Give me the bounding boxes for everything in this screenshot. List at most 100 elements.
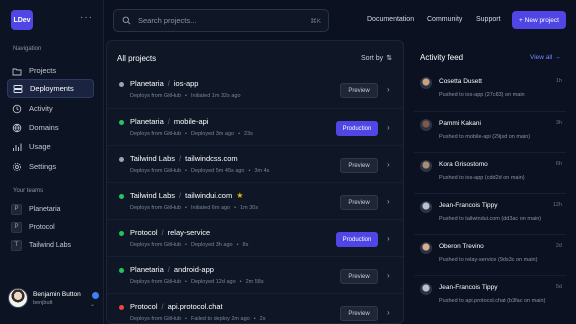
more-options-icon[interactable]: ··· <box>80 13 93 23</box>
team-label: Planetaria <box>29 205 61 213</box>
avatar <box>8 288 28 308</box>
chevron-right-icon[interactable]: › <box>387 85 390 94</box>
project-source: Deploys from GitHub <box>130 131 182 137</box>
project-name: relay-service <box>167 228 211 237</box>
project-meta: Deploys from GitHub • Deployed 3m ago • 23s <box>130 131 253 137</box>
environment-button[interactable]: Preview <box>340 195 378 210</box>
team-item-protocol[interactable]: P Protocol <box>11 220 55 234</box>
project-name: tailwindcss.com <box>185 154 238 163</box>
project-team: Planetaria <box>130 117 164 126</box>
project-title: Planetaria / android-app <box>130 265 214 274</box>
separator: / <box>179 191 182 200</box>
environment-button[interactable]: Production <box>336 232 378 247</box>
project-team: Tailwind Labs <box>130 154 176 163</box>
project-duration: 23s <box>244 131 253 137</box>
project-duration: 2s <box>259 316 266 322</box>
app-logo[interactable]: LDev <box>11 10 33 30</box>
chevron-right-icon[interactable]: › <box>387 123 390 132</box>
sidebar-item-domains[interactable]: Domains <box>7 118 94 137</box>
project-row[interactable]: Tailwind Labs / tailwindui.com ★ Deploys fro… <box>107 182 403 219</box>
activity-user: Jean-Francois Tippy <box>439 284 498 291</box>
activity-description: Pushed to tailwindui.com (dd3ac on main) <box>439 216 542 222</box>
project-detail: Deployed 3h ago <box>190 242 233 248</box>
community-link[interactable]: Community <box>427 16 462 23</box>
verified-badge-icon <box>92 292 99 299</box>
project-detail: Initiated 6m ago <box>190 205 231 211</box>
avatar <box>420 242 432 254</box>
sidebar-item-usage[interactable]: Usage <box>7 137 94 156</box>
projects-title: All projects <box>117 54 157 63</box>
project-team: Protocol <box>130 228 158 237</box>
activity-item[interactable]: Kora Grisostomo 6h Pushed to ios-app (cdd2… <box>414 152 566 192</box>
project-name: android-app <box>173 265 214 274</box>
sort-by-button[interactable]: Sort by ⇅ <box>361 54 392 63</box>
separator: / <box>179 154 182 163</box>
activity-item[interactable]: Jean-Francois Tippy 12h Pushed to tailwind… <box>414 193 566 233</box>
chevron-right-icon[interactable]: › <box>387 308 390 317</box>
separator: • <box>248 168 251 174</box>
separator: / <box>161 228 164 237</box>
status-dot <box>119 120 124 125</box>
activity-time: 6h <box>555 161 562 167</box>
sidebar-item-label: Usage <box>29 142 51 151</box>
user-name: Benjamin Button <box>33 290 81 298</box>
chevron-right-icon[interactable]: › <box>387 197 390 206</box>
team-badge: T <box>11 239 22 251</box>
activity-user: Cosetta Dusett <box>439 78 482 85</box>
team-label: Protocol <box>29 223 55 231</box>
activity-user: Kora Grisostomo <box>439 161 488 168</box>
chevron-right-icon[interactable]: › <box>387 234 390 243</box>
separator: • <box>185 205 187 211</box>
project-duration: 3m 4s <box>254 168 270 174</box>
teams-label: Your teams <box>13 188 44 194</box>
project-team: Protocol <box>130 302 158 311</box>
environment-button[interactable]: Production <box>336 121 378 136</box>
project-row[interactable]: Protocol / api.protocol.chat Deploys from G… <box>107 293 403 323</box>
project-title: Planetaria / mobile-api <box>130 117 208 126</box>
activity-item[interactable]: Jean-Francois Tippy 5d Pushed to api.proto… <box>414 275 566 315</box>
sidebar-item-activity[interactable]: Activity <box>7 99 94 118</box>
status-dot <box>119 194 124 199</box>
project-detail: Deployed 3m ago <box>190 131 235 137</box>
view-all-link[interactable]: View all → <box>530 54 561 61</box>
project-name: tailwindui.com <box>185 191 233 200</box>
environment-button[interactable]: Preview <box>340 269 378 284</box>
separator: • <box>185 242 187 248</box>
search-input[interactable] <box>138 16 298 25</box>
separator: • <box>185 93 187 99</box>
project-row[interactable]: Planetaria / mobile-api Deploys from GitHub… <box>107 108 403 145</box>
project-row[interactable]: Tailwind Labs / tailwindcss.com Deploys fro… <box>107 145 403 182</box>
activity-item[interactable]: Cosetta Dusett 1h Pushed to ios-app (27c83… <box>414 70 566 110</box>
chevron-right-icon[interactable]: › <box>387 271 390 280</box>
sort-by-label: Sort by <box>361 54 384 62</box>
team-item-planetaria[interactable]: P Planetaria <box>11 202 61 216</box>
support-link[interactable]: Support <box>476 16 501 23</box>
sidebar-item-deployments[interactable]: Deployments <box>7 79 94 98</box>
sidebar-item-label: Activity <box>29 104 53 113</box>
app-root: LDev ··· Navigation Projects Deployments… <box>0 0 576 324</box>
project-title: Tailwind Labs / tailwindcss.com <box>130 154 238 163</box>
user-handle: benjbutt <box>33 299 53 306</box>
activity-item[interactable]: Oberon Trevino 2d Pushed to relay-service … <box>414 234 566 274</box>
activity-description: Pushed to mobile-api (29jsd on main) <box>439 134 531 140</box>
chevron-right-icon[interactable]: › <box>387 160 390 169</box>
sidebar-item-projects[interactable]: Projects <box>7 61 94 80</box>
project-source: Deploys from GitHub <box>130 205 182 211</box>
user-menu[interactable]: Benjamin Button benjbutt ⌄ <box>8 287 99 309</box>
new-project-button[interactable]: + New project <box>512 11 566 29</box>
environment-button[interactable]: Preview <box>340 306 378 321</box>
activity-user: Oberon Trevino <box>439 243 484 250</box>
search-bar[interactable]: ⌘K <box>113 9 329 32</box>
team-item-tailwind-labs[interactable]: T Tailwind Labs <box>11 238 71 252</box>
sidebar-item-settings[interactable]: Settings <box>7 157 94 176</box>
separator: • <box>234 205 237 211</box>
environment-button[interactable]: Preview <box>340 83 378 98</box>
documentation-link[interactable]: Documentation <box>367 16 414 23</box>
project-row[interactable]: Planetaria / android-app Deploys from GitHu… <box>107 256 403 293</box>
separator: / <box>167 117 170 126</box>
activity-item[interactable]: Pammi Kakani 3h Pushed to mobile-api (29js… <box>414 111 566 151</box>
project-row[interactable]: Protocol / relay-service Deploys from GitHu… <box>107 219 403 256</box>
project-team: Planetaria <box>130 79 164 88</box>
project-row[interactable]: Planetaria / ios-app Deploys from GitHub • In… <box>107 71 403 108</box>
environment-button[interactable]: Preview <box>340 158 378 173</box>
